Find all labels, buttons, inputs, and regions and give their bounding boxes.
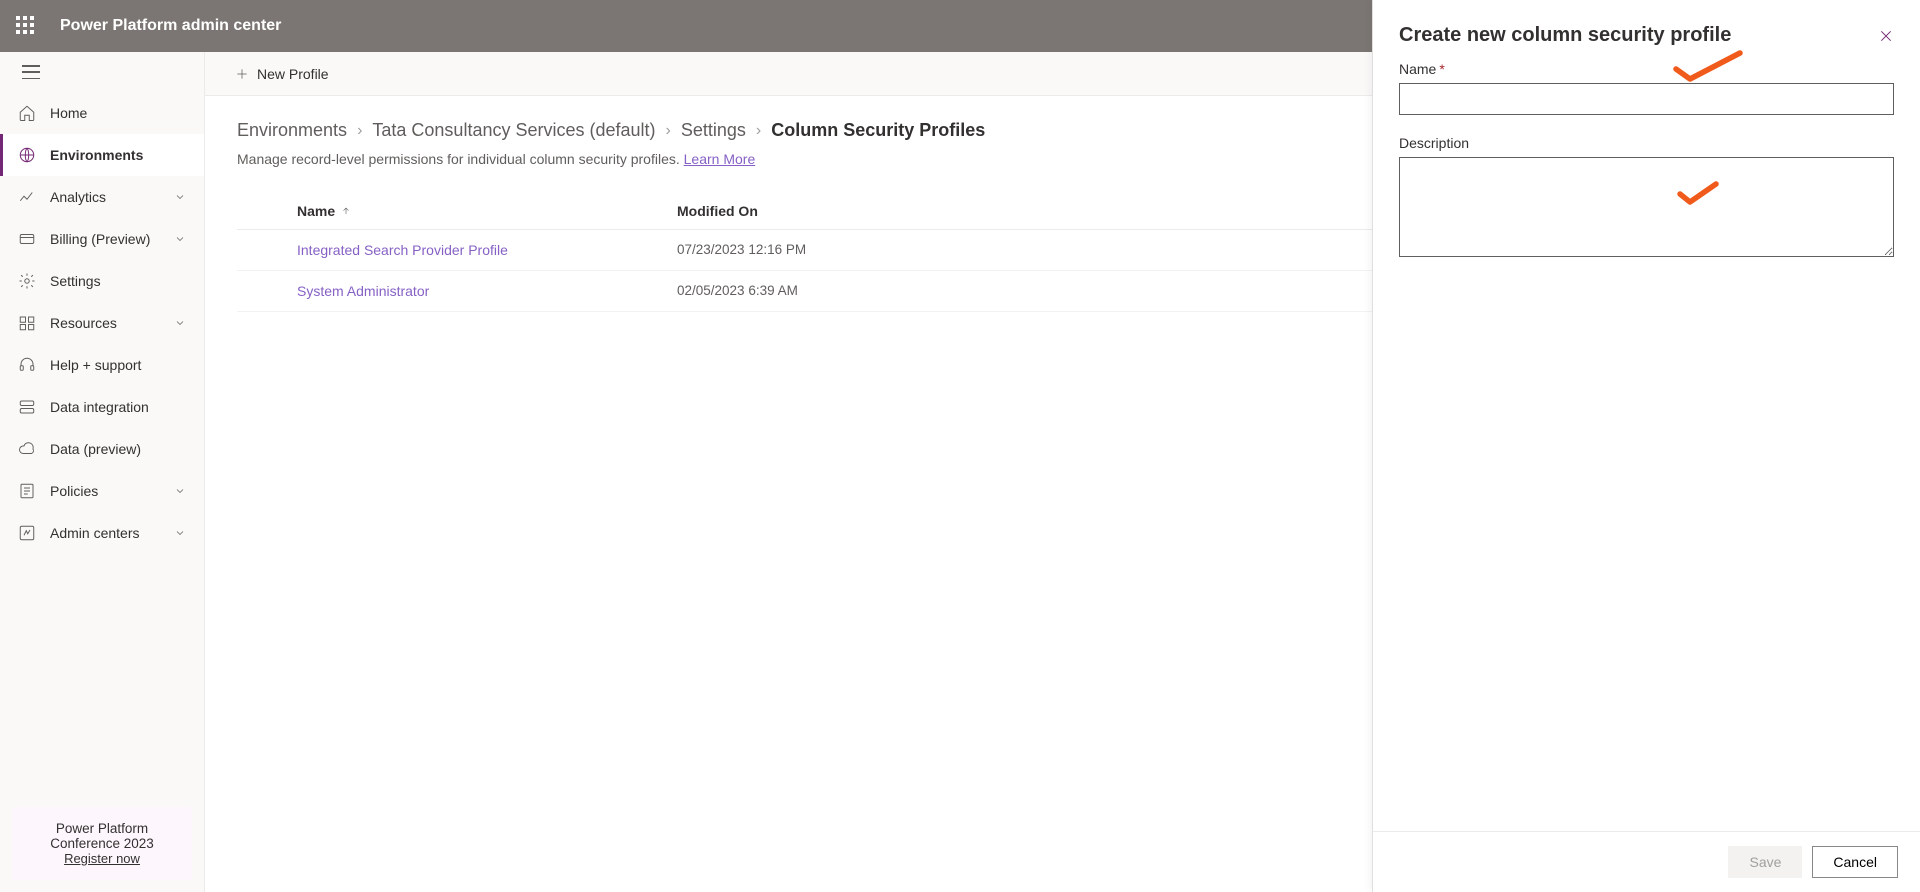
app-title: Power Platform admin center — [60, 17, 281, 35]
sidebar-item-data-integration[interactable]: Data integration — [0, 386, 204, 428]
close-icon[interactable] — [1878, 28, 1894, 44]
panel-title: Create new column security profile — [1399, 24, 1731, 47]
row-modified: 02/05/2023 6:39 AM — [677, 283, 977, 299]
analytics-icon — [18, 188, 36, 206]
new-profile-button[interactable]: New Profile — [225, 60, 339, 88]
sidebar-item-label: Data integration — [50, 399, 149, 415]
cloud-icon — [18, 440, 36, 458]
learn-more-link[interactable]: Learn More — [684, 151, 756, 167]
name-label: Name* — [1399, 61, 1894, 77]
row-name[interactable]: Integrated Search Provider Profile — [297, 242, 677, 258]
waffle-icon[interactable] — [16, 16, 36, 36]
policies-icon — [18, 482, 36, 500]
save-button[interactable]: Save — [1728, 846, 1802, 878]
chevron-right-icon: › — [357, 122, 362, 140]
sidebar-item-label: Environments — [50, 147, 143, 163]
breadcrumb-org[interactable]: Tata Consultancy Services (default) — [372, 120, 655, 141]
sidebar-item-home[interactable]: Home — [0, 92, 204, 134]
admin-centers-icon — [18, 524, 36, 542]
plus-icon — [235, 67, 249, 81]
sidebar-item-data-preview[interactable]: Data (preview) — [0, 428, 204, 470]
create-profile-panel: Create new column security profile Name*… — [1372, 0, 1920, 892]
breadcrumb-settings[interactable]: Settings — [681, 120, 746, 141]
sidebar-item-billing[interactable]: Billing (Preview) — [0, 218, 204, 260]
breadcrumb-current: Column Security Profiles — [771, 120, 985, 141]
sidebar-item-label: Data (preview) — [50, 441, 141, 457]
hamburger-icon[interactable] — [22, 65, 40, 79]
sidebar-item-label: Settings — [50, 273, 101, 289]
column-header-name-label: Name — [297, 203, 335, 219]
chevron-down-icon — [174, 527, 186, 539]
column-header-modified[interactable]: Modified On — [677, 203, 977, 219]
billing-icon — [18, 230, 36, 248]
chevron-down-icon — [174, 485, 186, 497]
name-label-text: Name — [1399, 61, 1436, 77]
gear-icon — [18, 272, 36, 290]
chevron-down-icon — [174, 233, 186, 245]
sidebar: Home Environments Analytics Billing (Pre… — [0, 52, 205, 892]
sidebar-item-label: Help + support — [50, 357, 141, 373]
panel-footer: Save Cancel — [1373, 831, 1920, 892]
sidebar-item-label: Analytics — [50, 189, 106, 205]
headset-icon — [18, 356, 36, 374]
description-field: Description — [1399, 135, 1894, 260]
promo-line1: Power Platform — [26, 821, 178, 836]
chevron-right-icon: › — [756, 122, 761, 140]
sidebar-item-settings[interactable]: Settings — [0, 260, 204, 302]
name-input[interactable] — [1399, 83, 1894, 115]
chevron-right-icon: › — [666, 122, 671, 140]
sidebar-item-label: Policies — [50, 483, 98, 499]
column-header-name[interactable]: Name — [297, 203, 677, 219]
cancel-button[interactable]: Cancel — [1812, 846, 1898, 878]
sidebar-item-label: Admin centers — [50, 525, 139, 541]
sidebar-item-admin-centers[interactable]: Admin centers — [0, 512, 204, 554]
name-field: Name* — [1399, 61, 1894, 115]
sidebar-item-policies[interactable]: Policies — [0, 470, 204, 512]
sidebar-item-analytics[interactable]: Analytics — [0, 176, 204, 218]
environments-icon — [18, 146, 36, 164]
subtext-text: Manage record-level permissions for indi… — [237, 151, 684, 167]
sidebar-item-label: Billing (Preview) — [50, 231, 150, 247]
data-integration-icon — [18, 398, 36, 416]
row-name[interactable]: System Administrator — [297, 283, 677, 299]
required-star: * — [1439, 61, 1444, 77]
sidebar-item-label: Resources — [50, 315, 117, 331]
nav: Home Environments Analytics Billing (Pre… — [0, 92, 204, 795]
sidebar-item-help[interactable]: Help + support — [0, 344, 204, 386]
promo-card: Power Platform Conference 2023 Register … — [12, 807, 192, 880]
home-icon — [18, 104, 36, 122]
sidebar-item-environments[interactable]: Environments — [0, 134, 204, 176]
row-modified: 07/23/2023 12:16 PM — [677, 242, 977, 258]
sidebar-item-resources[interactable]: Resources — [0, 302, 204, 344]
new-profile-label: New Profile — [257, 66, 329, 82]
sidebar-item-label: Home — [50, 105, 87, 121]
chevron-down-icon — [174, 191, 186, 203]
description-input[interactable] — [1399, 157, 1894, 257]
promo-link[interactable]: Register now — [64, 851, 140, 866]
description-label: Description — [1399, 135, 1894, 151]
chevron-down-icon — [174, 317, 186, 329]
sort-up-icon — [341, 206, 351, 216]
promo-line2: Conference 2023 — [26, 836, 178, 851]
breadcrumb-environments[interactable]: Environments — [237, 120, 347, 141]
resources-icon — [18, 314, 36, 332]
